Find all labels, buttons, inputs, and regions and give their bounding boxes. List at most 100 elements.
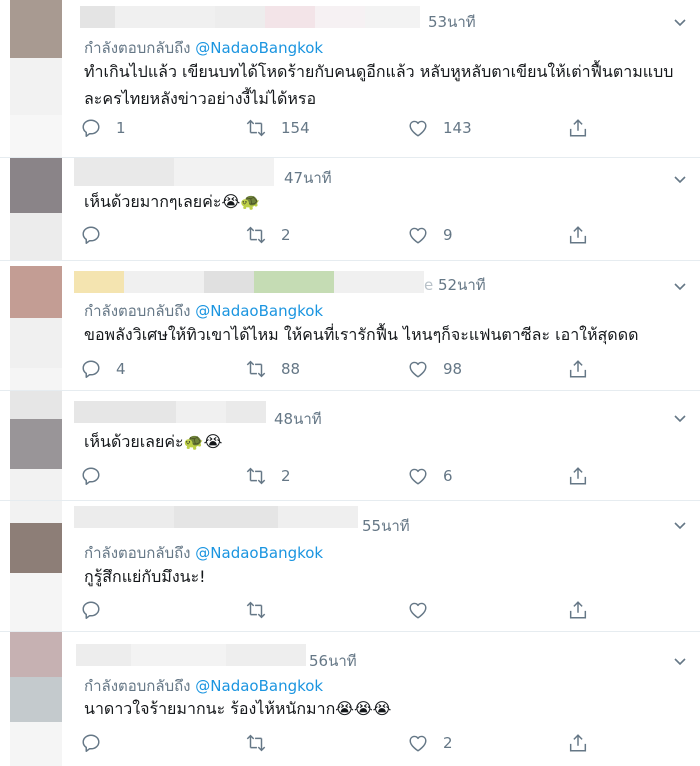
tweet-actions: 2 9	[80, 222, 600, 248]
tweet-actions: 2 6	[80, 463, 600, 489]
reply-button[interactable]: 1	[80, 115, 136, 141]
retweet-icon	[246, 601, 266, 619]
tweet-item[interactable]: 56นาที กำลังตอบกลับถึง @NadaoBangkok นาด…	[0, 632, 700, 766]
tweet-time[interactable]: 55นาที	[362, 514, 410, 538]
chevron-down-icon[interactable]	[672, 517, 688, 533]
avatar[interactable]	[10, 266, 62, 390]
tweet-time[interactable]: 56นาที	[309, 649, 357, 673]
reply-count: 1	[116, 119, 126, 137]
share-icon	[569, 467, 587, 485]
reply-button[interactable]: 4	[80, 356, 136, 382]
tweet-item[interactable]: 48นาที เห็นด้วยเลยค่ะ🐢😭 2 6	[0, 391, 700, 500]
like-button[interactable]: 9	[407, 222, 463, 248]
reply-button[interactable]	[80, 222, 136, 248]
author-name-blurred[interactable]	[74, 401, 266, 423]
replying-prefix: กำลังตอบกลับถึง	[84, 302, 191, 320]
retweet-count: 88	[281, 360, 301, 378]
share-button[interactable]	[567, 597, 603, 623]
replying-to: กำลังตอบกลับถึง @NadaoBangkok	[84, 299, 323, 323]
tweet-actions	[80, 597, 600, 623]
like-button[interactable]: 143	[407, 115, 472, 141]
like-button[interactable]	[407, 597, 463, 623]
author-name-blurred[interactable]	[74, 158, 274, 186]
tweet-actions: 2	[80, 730, 600, 756]
like-button[interactable]: 98	[407, 356, 463, 382]
retweet-button[interactable]: 2	[245, 463, 301, 489]
retweet-count: 2	[281, 226, 291, 244]
tweet-time[interactable]: 47นาที	[284, 166, 332, 190]
reply-icon	[82, 226, 100, 244]
retweet-button[interactable]: 154	[245, 115, 310, 141]
tweet-time-value: 52นาที	[438, 276, 486, 294]
share-icon	[569, 360, 587, 378]
author-name-fragment: e	[424, 276, 434, 294]
tweet-item[interactable]: 47นาที เห็นด้วยมากๆเลยค่ะ😭🐢 2 9	[0, 158, 700, 260]
chevron-down-icon[interactable]	[672, 171, 688, 187]
retweet-button[interactable]	[245, 730, 301, 756]
author-name-blurred[interactable]	[74, 271, 424, 293]
mention-link[interactable]: @NadaoBangkok	[195, 302, 323, 320]
like-icon	[409, 361, 427, 378]
tweet-actions: 1 154 143	[80, 115, 600, 141]
chevron-down-icon[interactable]	[672, 653, 688, 669]
share-icon	[569, 119, 587, 137]
share-button[interactable]	[567, 115, 603, 141]
like-button[interactable]: 6	[407, 463, 463, 489]
avatar[interactable]	[10, 632, 62, 766]
author-name-blurred[interactable]	[76, 644, 306, 666]
reply-button[interactable]	[80, 730, 136, 756]
retweet-button[interactable]: 88	[245, 356, 301, 382]
like-count: 6	[443, 467, 453, 485]
like-icon	[409, 735, 427, 752]
avatar[interactable]	[10, 158, 62, 260]
replying-prefix: กำลังตอบกลับถึง	[84, 677, 191, 695]
share-button[interactable]	[567, 356, 603, 382]
retweet-icon	[246, 226, 266, 244]
retweet-icon	[246, 467, 266, 485]
share-icon	[569, 601, 587, 619]
replying-prefix: กำลังตอบกลับถึง	[84, 39, 191, 57]
like-button[interactable]: 2	[407, 730, 463, 756]
tweet-item[interactable]: 53นาที กำลังตอบกลับถึง @NadaoBangkok ทำเ…	[0, 0, 700, 157]
share-icon	[569, 226, 587, 244]
reply-button[interactable]	[80, 463, 136, 489]
chevron-down-icon[interactable]	[672, 14, 688, 30]
author-name-blurred[interactable]	[74, 506, 358, 528]
share-button[interactable]	[567, 730, 603, 756]
tweet-item[interactable]: 55นาที กำลังตอบกลับถึง @NadaoBangkok กูร…	[0, 501, 700, 631]
avatar[interactable]	[10, 391, 62, 500]
like-icon	[409, 227, 427, 244]
reply-icon	[82, 734, 100, 752]
avatar[interactable]	[10, 0, 62, 157]
reply-button[interactable]	[80, 597, 136, 623]
tweet-time[interactable]: 53นาที	[428, 10, 476, 34]
tweet-text: กูรู้สึกแย่กับมึงนะ!	[84, 567, 206, 586]
share-button[interactable]	[567, 463, 603, 489]
reply-icon	[82, 119, 100, 137]
chevron-down-icon[interactable]	[672, 278, 688, 294]
reply-icon	[82, 360, 100, 378]
tweet-text: นาดาวใจร้ายมากนะ ร้องไห้หนักมาก😭😭😭	[84, 699, 392, 718]
tweet-text: เห็นด้วยมากๆเลยค่ะ😭🐢	[84, 192, 261, 211]
replying-prefix: กำลังตอบกลับถึง	[84, 544, 191, 562]
like-count: 9	[443, 226, 453, 244]
retweet-icon	[246, 360, 266, 378]
share-button[interactable]	[567, 222, 603, 248]
tweet-item[interactable]: e 52นาที กำลังตอบกลับถึง @NadaoBangkok ข…	[0, 261, 700, 390]
tweet-text: ทำเกินไปแล้ว เขียนบทได้โหดร้ายกับคนดูอีก…	[84, 62, 674, 108]
like-count: 98	[443, 360, 463, 378]
like-count: 143	[443, 119, 472, 137]
chevron-down-icon[interactable]	[672, 410, 688, 426]
retweet-button[interactable]	[245, 597, 301, 623]
like-icon	[409, 602, 427, 619]
like-icon	[409, 120, 427, 137]
mention-link[interactable]: @NadaoBangkok	[195, 39, 323, 57]
tweet-time[interactable]: e 52นาที	[424, 273, 486, 297]
reply-icon	[82, 467, 100, 485]
mention-link[interactable]: @NadaoBangkok	[195, 544, 323, 562]
retweet-button[interactable]: 2	[245, 222, 301, 248]
avatar[interactable]	[10, 501, 62, 631]
mention-link[interactable]: @NadaoBangkok	[195, 677, 323, 695]
tweet-text: ขอพลังวิเศษให้ทิวเขาได้ไหม ให้คนที่เรารั…	[84, 325, 639, 344]
author-name-blurred[interactable]	[80, 6, 420, 28]
